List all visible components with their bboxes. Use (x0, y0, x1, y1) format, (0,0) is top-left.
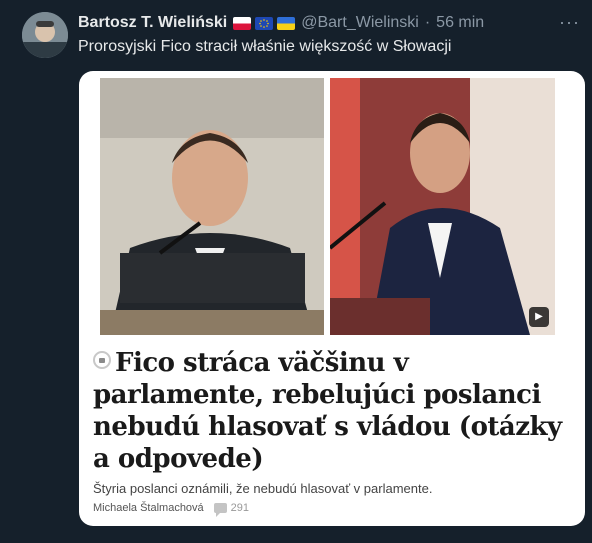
article-meta: Michaela Štalmachová 291 (93, 502, 250, 517)
link-preview-card[interactable]: ▶ Fico stráca väčšinu v parlamente, rebe… (79, 71, 585, 526)
ukraine-flag-icon (277, 16, 296, 30)
article-lead: Štyria poslanci oznámili, že nebudú hlas… (93, 481, 433, 496)
comment-count: 291 (230, 502, 250, 514)
author-name[interactable]: Bartosz T. Wieliński (78, 14, 227, 32)
article-headline[interactable]: Fico stráca väčšinu v parlamente, rebelu… (93, 347, 573, 475)
play-icon[interactable]: ▶ (529, 307, 549, 327)
tweet-time[interactable]: 56 min (436, 14, 484, 32)
lock-icon (93, 351, 111, 369)
tweet-text: Prorosyjski Fico stracił właśnie większo… (78, 38, 452, 55)
separator-dot: · (424, 14, 431, 31)
poland-flag-icon (233, 16, 252, 30)
headline-text: Fico stráca väčšinu v parlamente, rebelu… (93, 348, 562, 474)
eu-flag-icon (255, 16, 274, 30)
comment-icon (213, 503, 227, 517)
tweet[interactable]: Bartosz T. Wieliński @Bart_Wielinski · 5… (0, 0, 592, 543)
avatar[interactable] (22, 12, 68, 58)
tweet-header: Bartosz T. Wieliński @Bart_Wielinski · 5… (78, 13, 484, 33)
author-handle[interactable]: @Bart_Wielinski (301, 14, 419, 32)
article-photo-left (100, 78, 324, 335)
more-options-icon[interactable]: ··· (559, 12, 580, 33)
article-author: Michaela Štalmachová (93, 502, 204, 514)
article-photo-right: ▶ (330, 78, 555, 335)
